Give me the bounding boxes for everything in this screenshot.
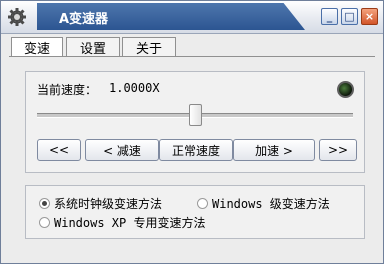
close-button[interactable]: ×	[361, 8, 378, 25]
app-window: A变速器 _ □ × 变速 设置 关于 当前速度： 1.0000X << < 减…	[0, 0, 384, 264]
button-label: < 减速	[103, 143, 141, 158]
normal-speed-button[interactable]: 正常速度	[159, 139, 233, 161]
method-label-windows-xp[interactable]: Windows XP 专用变速方法	[54, 214, 205, 231]
button-label: 正常速度	[171, 143, 220, 158]
maximize-icon: □	[344, 10, 355, 23]
minimize-button[interactable]: _	[321, 8, 338, 25]
tab-label: 变速	[23, 42, 50, 57]
title-bar[interactable]: A变速器 _ □ ×	[1, 1, 383, 34]
window-title: A变速器	[59, 12, 109, 27]
method-radio-windows-xp[interactable]	[39, 217, 50, 228]
maximize-button[interactable]: □	[341, 8, 358, 25]
button-label: >>	[327, 143, 349, 157]
method-label-system-clock[interactable]: 系统时钟级变速方法	[54, 195, 162, 212]
method-label-windows[interactable]: Windows 级变速方法	[212, 195, 330, 212]
tab-speed[interactable]: 变速	[11, 37, 63, 57]
button-label: <<	[48, 143, 70, 157]
speed-label: 当前速度：	[37, 83, 98, 97]
close-icon: ×	[364, 10, 375, 23]
status-indicator	[337, 81, 354, 98]
tab-settings[interactable]: 设置	[66, 37, 120, 57]
fastest-faster-button[interactable]: >>	[319, 139, 357, 161]
minimize-icon: _	[326, 10, 333, 23]
gear-icon[interactable]	[7, 7, 27, 27]
tab-label: 关于	[135, 41, 162, 57]
button-label: 加速 >	[255, 143, 293, 158]
faster-button[interactable]: 加速 >	[233, 139, 315, 161]
fastest-slower-button[interactable]: <<	[37, 139, 81, 161]
tab-label: 设置	[79, 41, 106, 57]
method-radio-system-clock[interactable]	[39, 198, 50, 209]
speed-value: 1.0000X	[109, 81, 160, 95]
method-radio-windows[interactable]	[197, 198, 208, 209]
tab-divider	[9, 56, 375, 57]
slower-button[interactable]: < 减速	[85, 139, 159, 161]
tab-about[interactable]: 关于	[122, 37, 176, 57]
speed-slider-thumb[interactable]	[189, 104, 202, 126]
